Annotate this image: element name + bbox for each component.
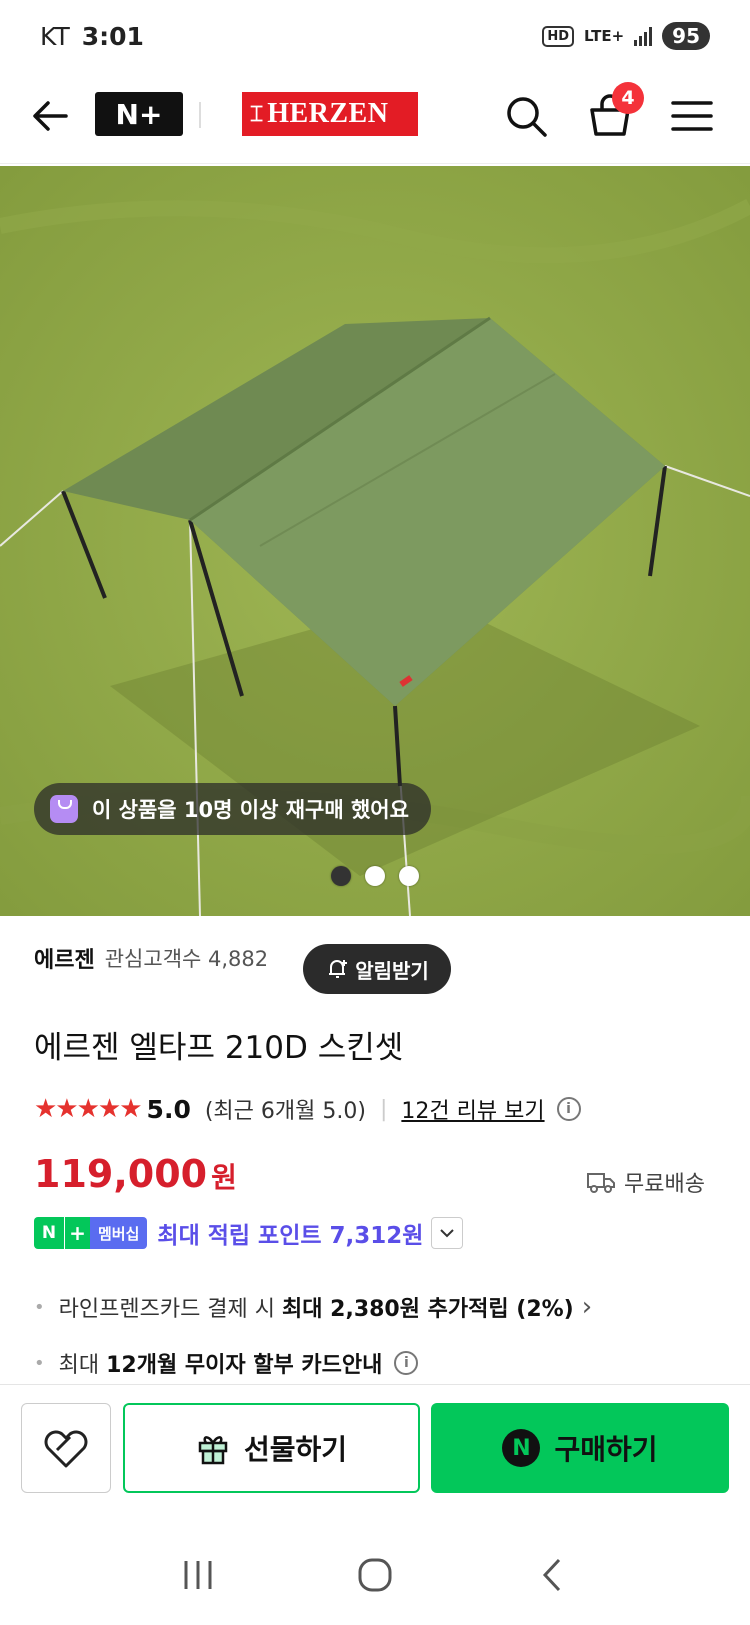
gallery-dot[interactable] xyxy=(365,866,385,886)
naver-pay-icon: N xyxy=(502,1429,541,1467)
max-points-text: 최대 적립 포인트 7,312원 xyxy=(157,1223,424,1249)
brand-logo-mark-icon: ⌶ xyxy=(250,101,263,126)
info-icon[interactable]: i xyxy=(394,1351,419,1375)
bullet-dot: • xyxy=(34,1296,45,1318)
shopping-bag-icon xyxy=(50,795,78,823)
benefit-bold: 12개월 무이자 할부 카드안내 xyxy=(106,1353,383,1378)
back-arrow-icon[interactable] xyxy=(28,94,72,138)
status-bar: KT 3:01 HD LTE+ 95 xyxy=(0,0,750,72)
product-title: 에르젠 엘타프 210D 스킨셋 xyxy=(34,1030,404,1066)
expand-points-button[interactable] xyxy=(431,1217,464,1249)
network-type-label: LTE+ xyxy=(584,26,625,45)
search-icon[interactable] xyxy=(502,92,550,140)
signal-icon xyxy=(634,26,653,46)
chevron-right-icon: › xyxy=(581,1292,593,1322)
shipping-info: 무료배송 xyxy=(586,1166,705,1198)
store-fans-count: 관심고객수 4,882 xyxy=(104,947,269,971)
chevron-down-icon xyxy=(440,1229,455,1238)
brand-logo[interactable]: ⌶ HERZEN xyxy=(242,92,418,136)
recent-apps-icon xyxy=(184,1560,212,1589)
buy-label: 구매하기 xyxy=(554,1433,658,1466)
brand-logo-text: HERZEN xyxy=(267,98,389,129)
badge-label: 멤버십 xyxy=(90,1217,148,1249)
rating-separator: | xyxy=(379,1096,388,1122)
reviews-link[interactable]: 12건 리뷰 보기 xyxy=(401,1093,544,1125)
back-button[interactable] xyxy=(522,1545,582,1605)
hamburger-menu-icon[interactable] xyxy=(670,98,714,134)
gallery-dot[interactable] xyxy=(331,866,351,886)
nplus-label: N+ xyxy=(115,97,163,131)
gift-button[interactable]: 선물하기 xyxy=(123,1403,420,1493)
clock: 3:01 xyxy=(81,21,144,51)
benefit-bold: 최대 2,380원 추가적립 (2%) xyxy=(282,1297,574,1322)
store-info: 에르젠 관심고객수 4,882 xyxy=(34,942,268,974)
rating-stars-icon: ★★★★★ xyxy=(34,1094,143,1124)
rating-row: ★★★★★ 5.0 (최근 6개월 5.0) | 12건 리뷰 보기 i xyxy=(34,1093,581,1125)
gift-label: 선물하기 xyxy=(243,1433,348,1466)
chevron-left-icon xyxy=(542,1558,560,1591)
bottom-action-bar: 선물하기 N 구매하기 xyxy=(0,1384,750,1524)
notify-label: 알림받기 xyxy=(355,958,429,983)
header-divider xyxy=(199,102,201,128)
carrier-label: KT xyxy=(40,21,70,51)
badge-n: N xyxy=(34,1217,64,1249)
system-nav-bar xyxy=(0,1524,750,1625)
nplus-store-button[interactable]: N+ xyxy=(95,92,183,136)
bell-plus-icon xyxy=(329,960,348,978)
home-button[interactable] xyxy=(345,1545,405,1605)
repurchase-notice: 이 상품을 10명 이상 재구매 했어요 xyxy=(34,783,431,835)
price-unit: 원 xyxy=(211,1161,237,1194)
repurchase-text: 이 상품을 10명 이상 재구매 했어요 xyxy=(92,798,409,822)
truck-icon xyxy=(587,1173,615,1193)
recent-apps-button[interactable] xyxy=(168,1545,228,1605)
notify-button[interactable]: 알림받기 xyxy=(303,944,451,994)
benefit-card-points[interactable]: • 라인프렌즈카드 결제 시 최대 2,380원 추가적립 (2%) › xyxy=(34,1290,592,1324)
benefit-prefix: 최대 xyxy=(58,1353,100,1378)
cart-count-badge: 4 xyxy=(612,82,644,114)
gift-icon xyxy=(198,1436,228,1465)
wishlist-button[interactable] xyxy=(21,1403,111,1493)
store-name[interactable]: 에르젠 xyxy=(34,942,95,974)
buy-button[interactable]: N 구매하기 xyxy=(431,1403,729,1493)
info-icon[interactable]: i xyxy=(556,1097,581,1121)
recent-rating: (최근 6개월 5.0) xyxy=(204,1099,366,1124)
badge-plus: + xyxy=(64,1217,90,1249)
product-price: 119,000 원 xyxy=(34,1152,237,1196)
home-icon xyxy=(358,1558,392,1591)
app-header: N+ ⌶ HERZEN 4 xyxy=(0,72,750,164)
status-icons: HD LTE+ 95 xyxy=(542,22,710,50)
naver-plus-membership-badge: N + 멤버십 xyxy=(34,1217,148,1249)
price-value: 119,000 xyxy=(34,1152,208,1196)
gallery-pagination xyxy=(0,866,750,886)
hd-voice-icon: HD xyxy=(542,25,575,47)
bullet-dot: • xyxy=(34,1352,45,1374)
battery-indicator: 95 xyxy=(662,22,710,50)
rating-score: 5.0 xyxy=(146,1094,191,1124)
benefit-installment[interactable]: • 최대 12개월 무이자 할부 카드안내 i xyxy=(34,1346,592,1380)
heart-icon xyxy=(44,1430,88,1468)
benefit-prefix: 라인프렌즈카드 결제 시 xyxy=(58,1297,276,1322)
shipping-label: 무료배송 xyxy=(624,1172,705,1197)
membership-points[interactable]: N + 멤버십 최대 적립 포인트 7,312원 xyxy=(34,1216,464,1250)
gallery-dot[interactable] xyxy=(399,866,419,886)
